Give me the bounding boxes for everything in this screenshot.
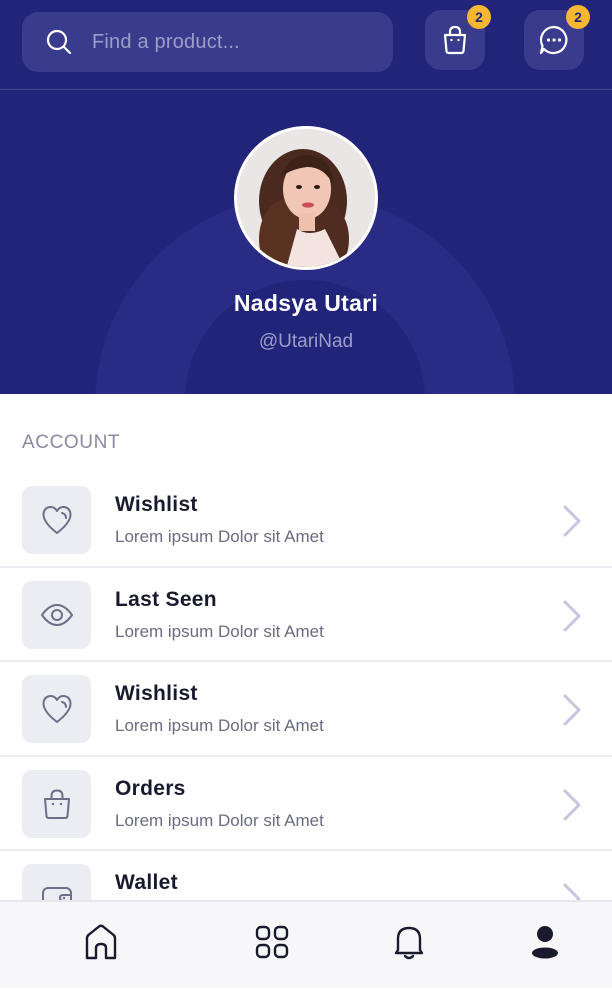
item-title: Last Seen [115, 587, 217, 611]
chevron-right-icon [563, 694, 581, 726]
icon-box [22, 769, 91, 838]
bell-icon [394, 926, 424, 960]
cart-button[interactable]: 2 [425, 5, 491, 70]
account-list: Wishlist Lorem ipsum Dolor sit Amet Last… [0, 473, 612, 946]
search-icon [46, 29, 72, 55]
eye-icon [41, 603, 73, 626]
heart-icon [42, 694, 72, 723]
heart-icon [42, 505, 72, 534]
item-title: Wallet [115, 871, 178, 894]
chat-icon [539, 25, 568, 55]
messages-button[interactable]: 2 [524, 5, 590, 70]
profile-name: Nadsya Utari [233, 290, 379, 316]
item-description: Lorem ipsum Dolor sit Amet [115, 716, 324, 735]
icon-box [22, 675, 91, 743]
chevron-right-icon [563, 789, 581, 820]
bag-icon [44, 788, 70, 819]
list-item-wishlist-2[interactable]: Wishlist Lorem ipsum Dolor sit Amet [0, 662, 612, 757]
avatar-photo [237, 129, 375, 267]
item-title: Wishlist [115, 682, 198, 705]
profile-handle: @UtariNad [258, 331, 354, 352]
section-title: ACCOUNT [22, 432, 121, 453]
profile-icon [532, 926, 558, 959]
search-input[interactable]: Find a product... [22, 12, 393, 72]
bag-icon [443, 25, 467, 55]
grid-icon [255, 925, 289, 959]
search-placeholder: Find a product... [92, 31, 240, 53]
icon-box [22, 580, 91, 649]
top-bar: Find a product... 2 2 [0, 0, 612, 90]
bottom-nav [0, 900, 612, 988]
home-icon [85, 924, 117, 960]
list-item-orders[interactable]: Orders Lorem ipsum Dolor sit Amet [0, 757, 612, 851]
nav-profile[interactable] [527, 922, 563, 962]
item-title: Wishlist [115, 493, 198, 516]
nav-categories[interactable] [254, 922, 290, 962]
item-description: Lorem ipsum Dolor sit Amet [115, 621, 324, 641]
item-description: Lorem ipsum Dolor sit Amet [115, 527, 324, 546]
chat-badge: 2 [566, 5, 590, 29]
item-title: Orders [115, 776, 186, 800]
nav-notifications[interactable] [391, 922, 427, 962]
avatar[interactable] [234, 126, 378, 270]
cart-badge: 2 [467, 5, 491, 29]
icon-box [22, 486, 91, 554]
nav-home[interactable] [83, 922, 119, 962]
item-description: Lorem ipsum Dolor sit Amet [115, 810, 324, 830]
chevron-right-icon [563, 600, 581, 631]
list-item-last-seen[interactable]: Last Seen Lorem ipsum Dolor sit Amet [0, 568, 612, 662]
chevron-right-icon [563, 505, 581, 537]
list-item-wishlist[interactable]: Wishlist Lorem ipsum Dolor sit Amet [0, 473, 612, 568]
profile-header: Find a product... 2 2 Nadsya Utari @Utar… [0, 0, 612, 394]
